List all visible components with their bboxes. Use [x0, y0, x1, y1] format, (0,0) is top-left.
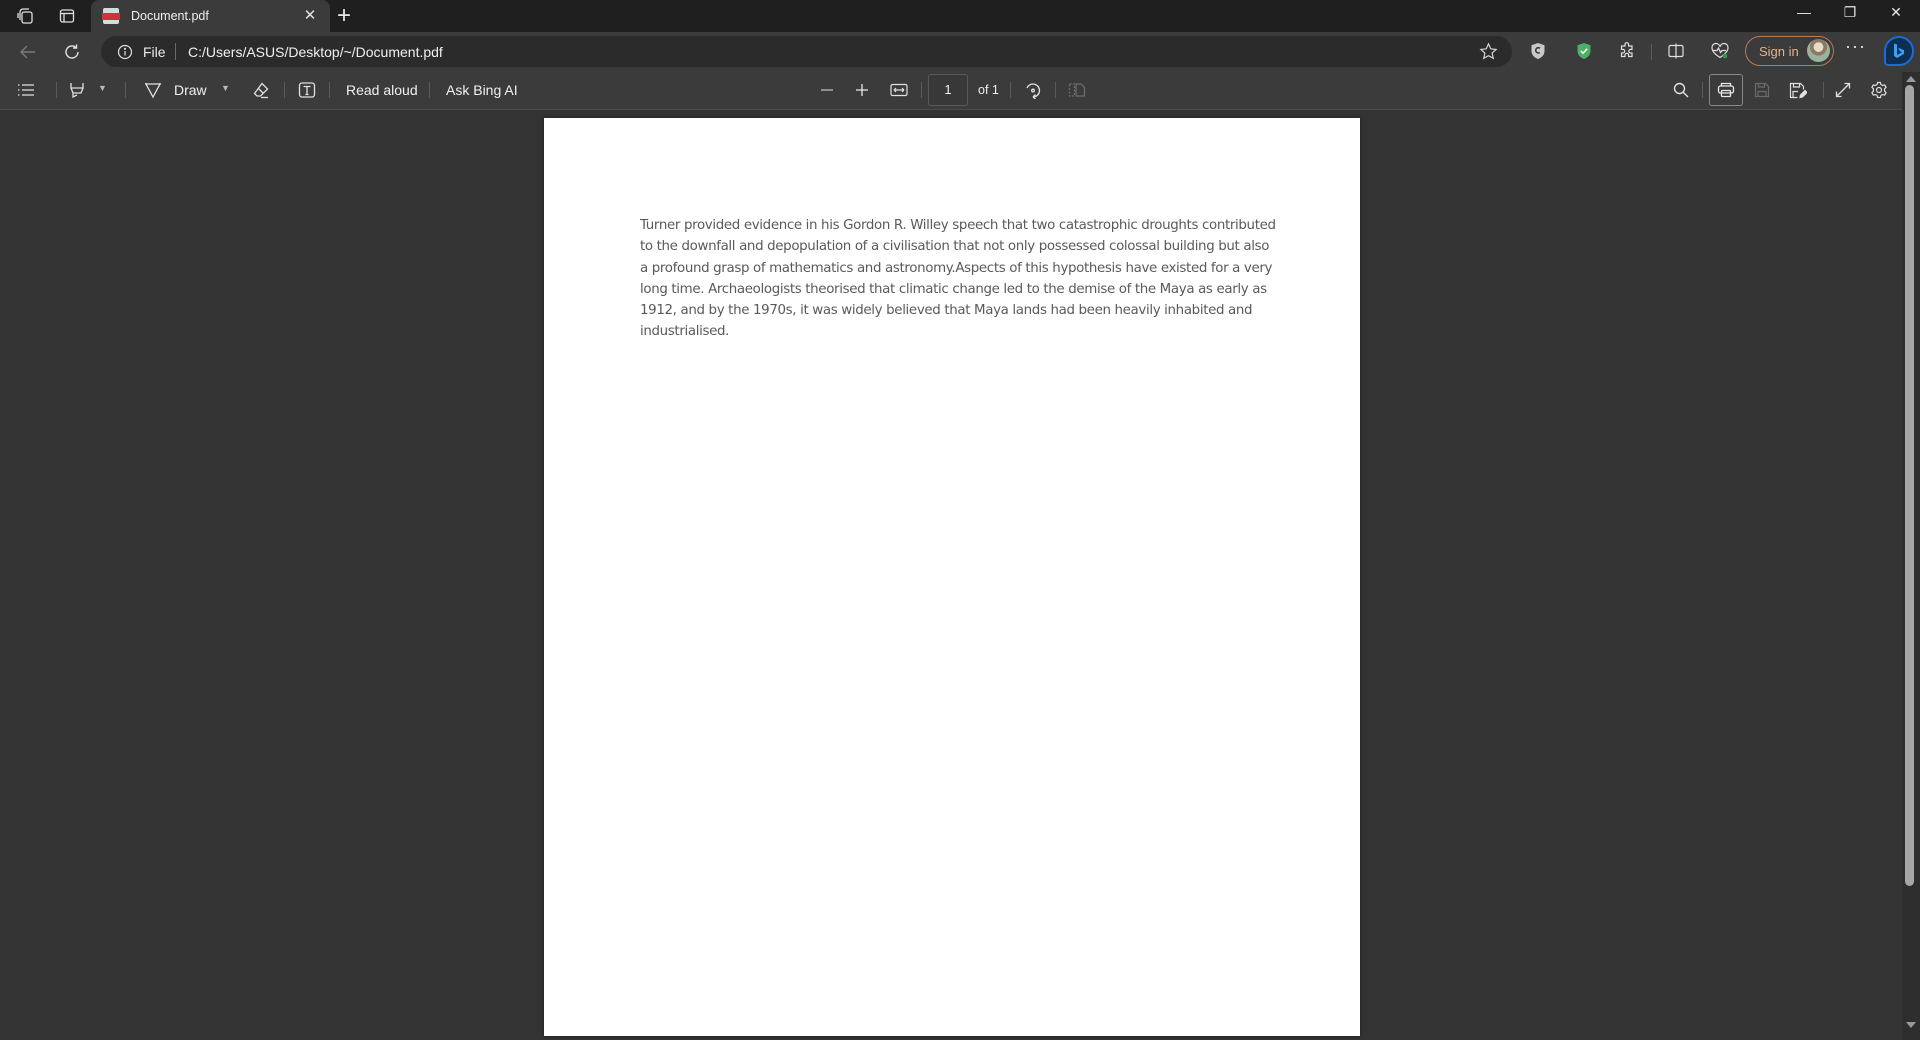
scroll-down-arrow-icon[interactable] [1906, 1022, 1916, 1028]
toolbar-divider [1010, 82, 1011, 98]
read-aloud-button[interactable]: Read aloud [346, 82, 418, 98]
new-tab-button[interactable]: + [337, 2, 351, 30]
ask-bing-ai-button[interactable]: Ask Bing AI [446, 82, 518, 98]
tab-title: Document.pdf [131, 9, 209, 23]
tab-actions-icon[interactable] [57, 6, 77, 26]
address-divider [175, 43, 176, 60]
zoom-in-icon[interactable] [852, 80, 872, 100]
tab-close-icon[interactable]: ✕ [300, 6, 320, 24]
scrollbar-thumb[interactable] [1905, 85, 1914, 886]
eraser-icon[interactable] [251, 80, 271, 100]
settings-and-more-button[interactable]: ··· [1845, 36, 1866, 57]
refresh-button[interactable] [59, 39, 85, 65]
toolbar-divider [1055, 82, 1056, 98]
pdf-viewer-area: Turner provided evidence in his Gordon R… [0, 111, 1902, 1040]
toolbar-divider [921, 82, 922, 98]
bing-copilot-icon[interactable] [1884, 36, 1914, 66]
add-text-icon[interactable] [297, 80, 317, 100]
draw-options-chevron-icon[interactable]: ▼ [221, 83, 230, 93]
file-scheme-label: File [143, 44, 166, 60]
pdf-file-icon [102, 8, 120, 24]
close-window-button[interactable]: ✕ [1873, 4, 1919, 28]
sign-in-label: Sign in [1759, 43, 1799, 59]
extensions-puzzle-icon[interactable] [1614, 38, 1640, 64]
toolbar-divider [1702, 82, 1703, 98]
address-toolbar: File C:/Users/ASUS/Desktop/~/Document.pd… [0, 32, 1920, 70]
page-number-input[interactable]: 1 [928, 74, 968, 106]
save-as-icon[interactable] [1788, 80, 1808, 100]
pdf-page: Turner provided evidence in his Gordon R… [544, 118, 1360, 1036]
table-of-contents-icon[interactable] [16, 80, 36, 100]
adguard-extension-icon[interactable] [1571, 38, 1597, 64]
draw-button[interactable]: Draw [174, 82, 207, 98]
rotate-icon[interactable] [1023, 80, 1043, 100]
address-bar[interactable]: File C:/Users/ASUS/Desktop/~/Document.pd… [101, 36, 1512, 67]
title-bar: Document.pdf ✕ + — ❐ ✕ [0, 0, 1920, 32]
toolbar-divider [1823, 82, 1824, 98]
privacy-shield-extension-icon[interactable] [1525, 38, 1551, 64]
fit-to-width-icon[interactable] [889, 80, 909, 100]
url-text[interactable]: C:/Users/ASUS/Desktop/~/Document.pdf [188, 44, 443, 60]
print-button[interactable] [1709, 74, 1743, 106]
page-count-label: of 1 [978, 83, 999, 97]
toolbar-divider [1651, 44, 1652, 60]
draw-pen-icon[interactable] [143, 80, 163, 100]
browser-essentials-heart-icon[interactable] [1707, 38, 1733, 64]
toolbar-divider [125, 82, 126, 98]
settings-gear-icon[interactable] [1869, 80, 1889, 100]
save-icon[interactable] [1752, 80, 1772, 100]
print-icon [1717, 82, 1735, 98]
favorite-star-icon[interactable] [1479, 42, 1498, 61]
vertical-scrollbar[interactable] [1902, 72, 1920, 1040]
search-icon[interactable] [1671, 80, 1691, 100]
site-info-icon[interactable] [117, 44, 133, 60]
toolbar-divider [284, 82, 285, 98]
profile-avatar [1807, 39, 1830, 62]
toolbar-divider [329, 82, 330, 98]
toolbar-divider [429, 82, 430, 98]
scroll-up-arrow-icon[interactable] [1906, 76, 1916, 82]
highlight-options-chevron-icon[interactable]: ▼ [98, 83, 107, 93]
zoom-out-icon[interactable] [817, 80, 837, 100]
full-screen-expand-icon[interactable] [1833, 80, 1853, 100]
pdf-toolbar: ▼ Draw ▼ Read aloud Ask Bing AI 1 of 1 [0, 70, 1920, 110]
restore-button[interactable]: ❐ [1827, 4, 1873, 28]
highlight-icon[interactable] [67, 80, 87, 100]
toolbar-divider [56, 82, 57, 98]
workspaces-icon[interactable] [15, 6, 35, 26]
split-screen-icon[interactable] [1663, 38, 1689, 64]
minimize-button[interactable]: — [1781, 4, 1827, 28]
tab-document-pdf[interactable]: Document.pdf ✕ [91, 0, 330, 32]
back-button[interactable] [15, 39, 41, 65]
sign-in-button[interactable]: Sign in [1745, 36, 1834, 66]
page-view-icon[interactable] [1067, 80, 1087, 100]
document-paragraph: Turner provided evidence in his Gordon R… [640, 218, 1276, 340]
